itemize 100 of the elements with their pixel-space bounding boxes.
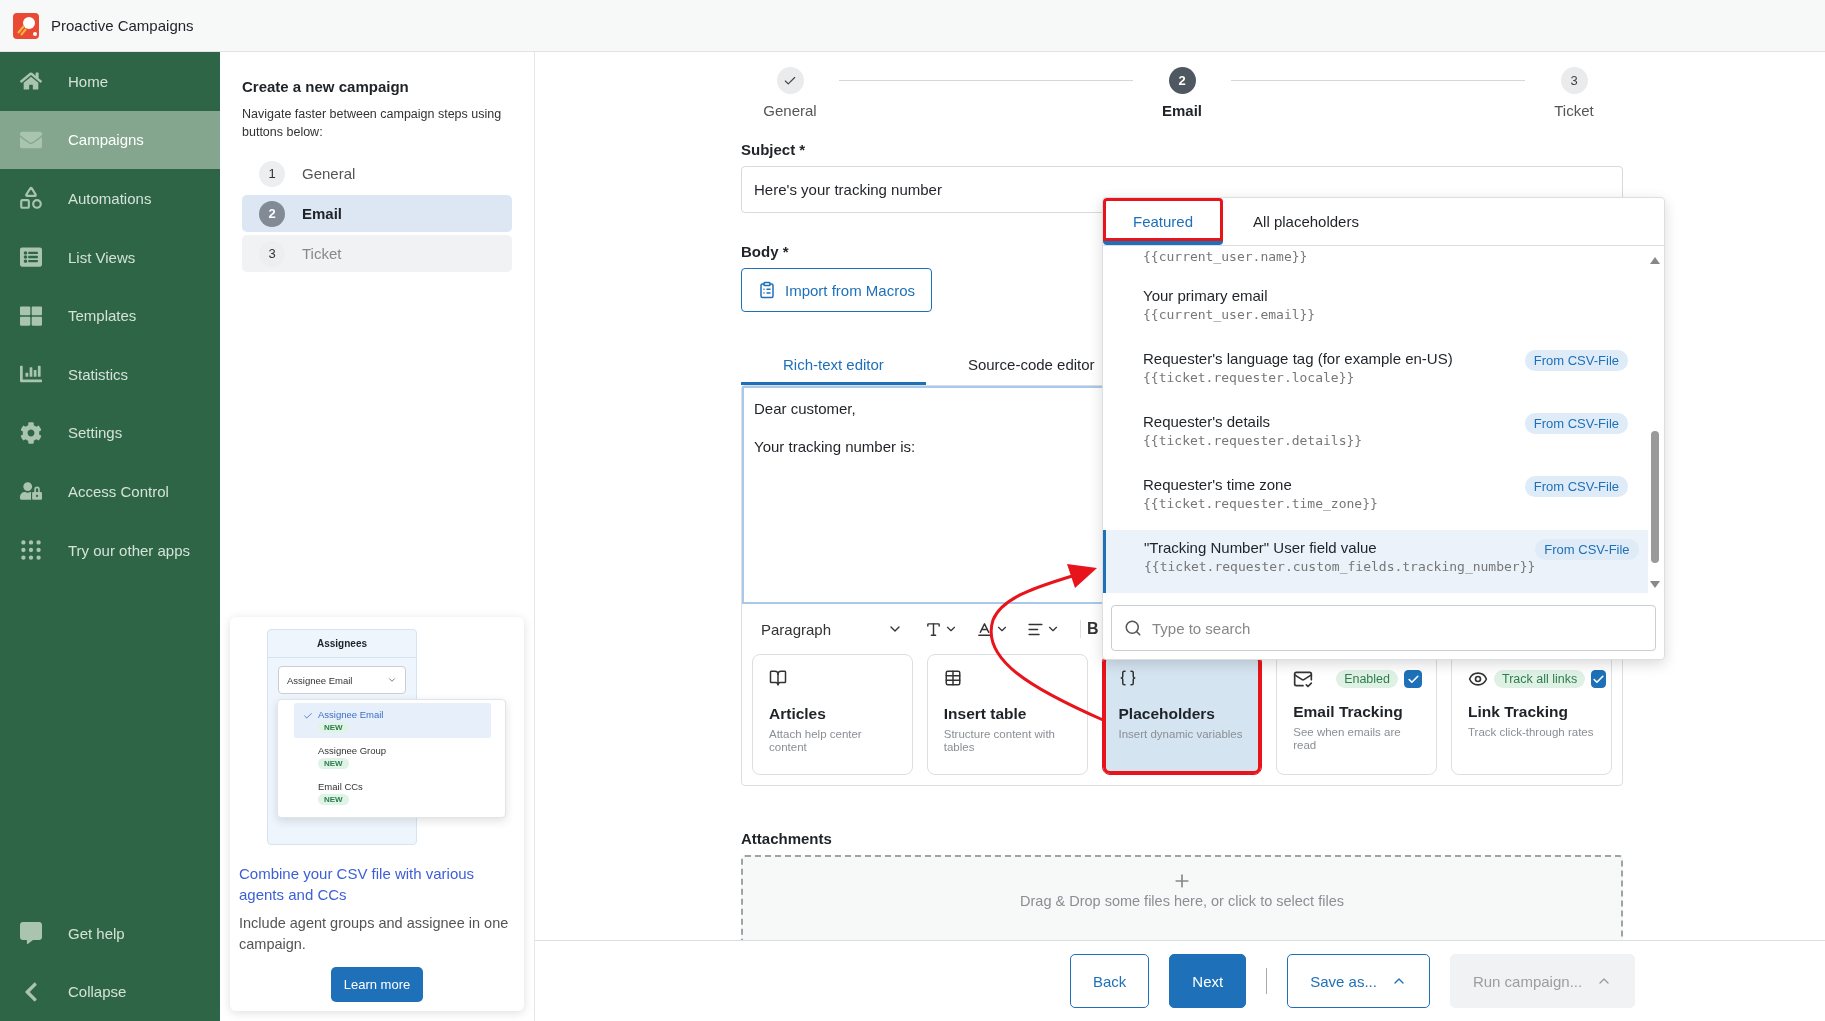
- feature-card[interactable]: Articles Attach help center content: [752, 654, 913, 775]
- text-type-icon: [925, 620, 942, 638]
- panel-subtitle: Navigate faster between campaign steps using buttons below:: [242, 106, 503, 141]
- nav-item[interactable]: Templates: [0, 286, 220, 345]
- import-button[interactable]: Import from Macros: [741, 268, 933, 312]
- card-description: Track click-through rates: [1468, 726, 1594, 739]
- field-label: Body *: [741, 243, 789, 260]
- nav-item[interactable]: Access Control: [0, 462, 220, 521]
- nav-item[interactable]: Automations: [0, 169, 220, 228]
- check-icon: [1592, 672, 1606, 686]
- app-title: Proactive Campaigns: [51, 17, 194, 34]
- step-button[interactable]: 2 Email: [242, 195, 512, 232]
- text-color-icon: [976, 620, 993, 638]
- promo-title: Combine your CSV file with various agents and CCs: [239, 864, 476, 905]
- nav-item[interactable]: Campaigns: [0, 110, 220, 170]
- card-title: Placeholders: [1118, 705, 1215, 723]
- step-number: 2: [259, 200, 285, 227]
- checkbox[interactable]: [1591, 670, 1607, 688]
- mock-select-value: Assignee Email: [287, 674, 353, 686]
- placeholder-code: {{ticket.requester.details}}: [1143, 433, 1364, 448]
- field-label: Subject *: [741, 141, 806, 158]
- clipboard-icon: [758, 281, 776, 299]
- mock-panel-title: Assignees: [317, 638, 367, 649]
- footer-button[interactable]: Save as...: [1287, 954, 1430, 1008]
- mock-option: Assignee Group: [318, 745, 387, 756]
- placeholder-code: {{ticket.requester.custom_fields.tracking_number}}: [1144, 559, 1536, 574]
- source-badge: From CSV-File: [1524, 413, 1628, 434]
- nav-item[interactable]: Home: [0, 52, 220, 111]
- nav-item[interactable]: Get help: [0, 903, 220, 963]
- search-field[interactable]: Type to search: [1111, 605, 1656, 651]
- nav-item[interactable]: List Views: [0, 227, 220, 287]
- placeholder-code: {{ticket.requester.locale}}: [1143, 370, 1356, 385]
- app-logo-icon: [13, 12, 39, 39]
- placeholder-item[interactable]: Requester's details {{ticket.requester.details}} From CSV-File: [1103, 404, 1648, 467]
- format-select[interactable]: Paragraph: [761, 620, 911, 638]
- placeholder-code: {{current_user.name}}: [1143, 248, 1309, 264]
- status-badge: Enabled: [1336, 670, 1398, 688]
- new-badge: NEW: [318, 758, 349, 769]
- card-title: Link Tracking: [1468, 703, 1568, 721]
- card-title: Insert table: [943, 705, 1027, 723]
- card-description: See when emails are read: [1293, 726, 1402, 752]
- chevron-down-icon: [387, 675, 397, 685]
- step-label: Email: [1162, 102, 1202, 119]
- eye-icon: [1468, 669, 1488, 689]
- file-dropzone[interactable]: Drag & Drop some files here, or click to select files: [741, 855, 1623, 940]
- placeholder-name: Requester's time zone: [1143, 476, 1293, 493]
- source-badge: From CSV-File: [1524, 350, 1628, 371]
- card-description: Structure content with tables: [943, 728, 1056, 754]
- placeholder-name: Requester's details: [1143, 413, 1272, 430]
- editor-text: Your tracking number is:: [754, 438, 916, 455]
- nav-item[interactable]: Statistics: [0, 344, 220, 404]
- scroll-down-icon[interactable]: [1650, 581, 1660, 589]
- status-badge: Track all links: [1494, 670, 1586, 688]
- editor-text: Dear customer,: [754, 400, 856, 417]
- new-badge: NEW: [318, 722, 349, 733]
- braces-icon: [1118, 669, 1137, 687]
- source-badge: From CSV-File: [1535, 539, 1639, 560]
- learn-more-button[interactable]: Learn more: [330, 967, 424, 1002]
- placeholder-code: {{ticket.requester.time_zone}}: [1143, 496, 1379, 511]
- menu-tab[interactable]: Featured: [1103, 198, 1224, 245]
- panel-title: Create a new campaign: [242, 78, 410, 95]
- placeholder-item[interactable]: Requester's time zone {{ticket.requester.time_zone}} From CSV-File: [1103, 467, 1648, 530]
- placeholder-code: {{current_user.email}}: [1143, 307, 1317, 322]
- step-label: Ticket: [1554, 102, 1594, 119]
- new-badge: NEW: [318, 794, 349, 805]
- scroll-up-icon[interactable]: [1650, 256, 1660, 264]
- card-title: Articles: [769, 705, 826, 723]
- scrollbar[interactable]: [1650, 256, 1660, 589]
- mock-option: Assignee Email: [318, 709, 384, 720]
- placeholder-item[interactable]: "Tracking Number" User field value {{ticket.requester.custom_fields.tracking_number}} From CSV-File: [1103, 530, 1648, 593]
- step-circle: 3: [1560, 67, 1588, 94]
- book-icon: [769, 669, 787, 687]
- card-description: Attach help center content: [769, 728, 863, 754]
- check-icon: [303, 711, 313, 721]
- card-description: Insert dynamic variables: [1118, 728, 1243, 741]
- footer-button[interactable]: Next: [1169, 954, 1247, 1008]
- footer-button[interactable]: Back: [1070, 954, 1150, 1008]
- table-icon: [943, 669, 962, 687]
- placeholder-name: Requester's language tag (for example en-US): [1143, 350, 1454, 367]
- placeholder-item[interactable]: Your primary email {{current_user.email}}: [1103, 278, 1648, 341]
- editor-tab[interactable]: Rich-text editor: [741, 348, 926, 385]
- placeholder-name: Your primary email: [1143, 287, 1269, 304]
- mock-option: Email CCs: [318, 781, 363, 792]
- placeholder-item[interactable]: {{current_user.name}}: [1103, 246, 1648, 278]
- dropzone-text: Drag & Drop some files here, or click to select files: [1020, 893, 1344, 909]
- mail-check-icon: [1293, 669, 1314, 689]
- card-title: Email Tracking: [1293, 703, 1403, 721]
- nav-item[interactable]: Settings: [0, 403, 220, 463]
- step-button[interactable]: 1 General: [242, 155, 512, 192]
- step-number: 1: [259, 160, 285, 187]
- nav-item[interactable]: Collapse: [0, 962, 220, 1021]
- placeholder-name: "Tracking Number" User field value: [1144, 539, 1378, 556]
- step-number: 3: [259, 240, 285, 267]
- field-label: Attachments: [741, 830, 832, 847]
- source-badge: From CSV-File: [1524, 476, 1628, 497]
- step-label: General: [763, 102, 817, 119]
- promo-text: Include agent groups and assignee in one campaign.: [239, 914, 510, 954]
- feature-card[interactable]: Insert table Structure content with tables: [926, 654, 1088, 775]
- nav-item[interactable]: Try our other apps: [0, 520, 220, 580]
- checkbox[interactable]: [1404, 670, 1422, 688]
